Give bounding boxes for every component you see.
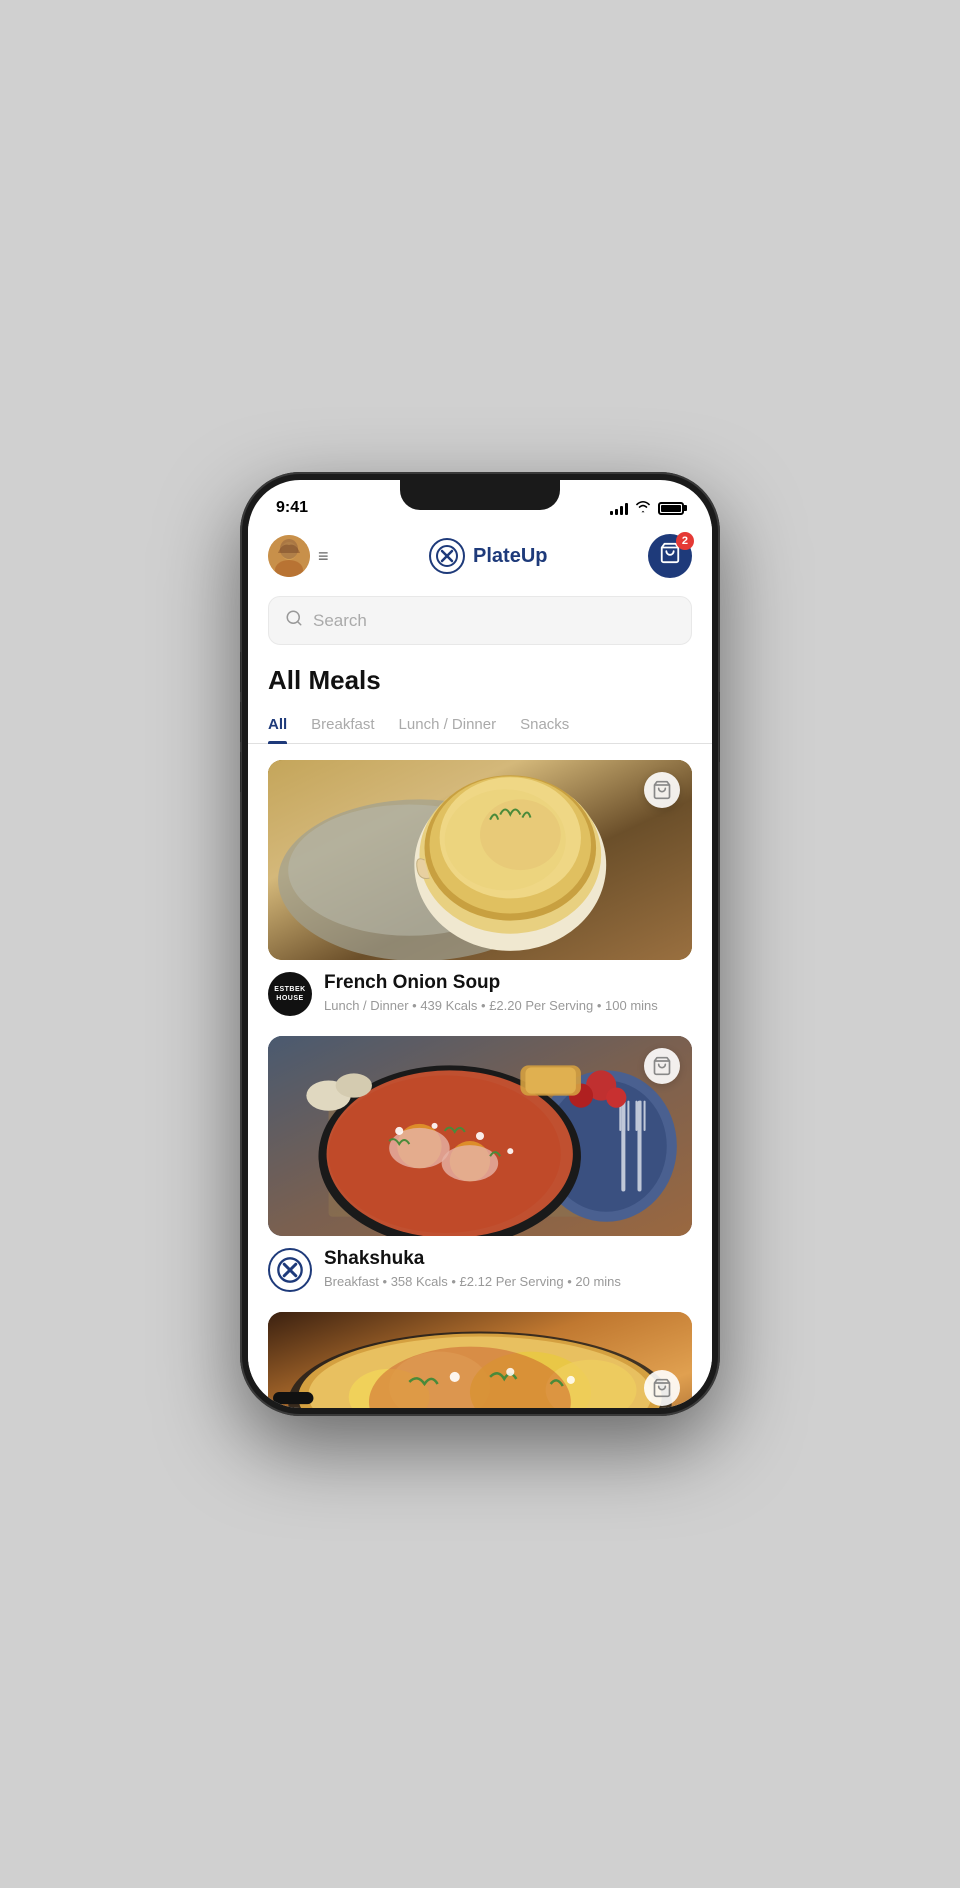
meal-details-shakshuka: Shakshuka Breakfast • 358 Kcals • £2.12 … <box>324 1248 692 1289</box>
status-time: 9:41 <box>276 499 308 517</box>
cart-badge: 2 <box>676 532 694 550</box>
meal-image-french-onion-soup <box>268 760 692 960</box>
meal-name-shakshuka: Shakshuka <box>324 1248 692 1270</box>
tabs-bar: All Breakfast Lunch / Dinner Snacks <box>248 708 712 744</box>
phone-frame: 9:41 <box>240 472 720 1416</box>
meal-card-shakshuka: Shakshuka Breakfast • 358 Kcals • £2.12 … <box>268 1036 692 1292</box>
meal-name-french-onion-soup: French Onion Soup <box>324 972 692 994</box>
power-button[interactable] <box>719 692 720 762</box>
logo-text: PlateUp <box>473 545 547 568</box>
header-left: ≡ <box>268 535 329 577</box>
meal-card-french-onion-soup: ESTBEKHOUSE French Onion Soup Lunch / Di… <box>268 760 692 1016</box>
cart-button[interactable]: 2 <box>648 534 692 578</box>
phone-screen: 9:41 <box>248 480 712 1408</box>
meal-info-shakshuka: Shakshuka Breakfast • 358 Kcals • £2.12 … <box>268 1236 692 1292</box>
search-placeholder: Search <box>313 611 675 631</box>
add-to-cart-partial-top[interactable] <box>644 1370 680 1406</box>
meal-image-partial <box>268 1312 692 1408</box>
meal-meta-french-onion-soup: Lunch / Dinner • 439 Kcals • £2.20 Per S… <box>324 998 692 1013</box>
header: ≡ PlateUp <box>248 524 712 588</box>
logo-icon <box>429 538 465 574</box>
battery-icon <box>658 502 684 515</box>
notch <box>400 480 560 510</box>
meal-info-french-onion-soup: ESTBEKHOUSE French Onion Soup Lunch / Di… <box>268 960 692 1016</box>
add-to-cart-shakshuka[interactable] <box>644 1048 680 1084</box>
search-container: Search <box>248 588 712 661</box>
meals-list: ESTBEKHOUSE French Onion Soup Lunch / Di… <box>248 744 712 1408</box>
search-box[interactable]: Search <box>268 596 692 645</box>
menu-icon[interactable]: ≡ <box>318 546 329 567</box>
tab-breakfast[interactable]: Breakfast <box>311 708 374 743</box>
meal-details-french-onion-soup: French Onion Soup Lunch / Dinner • 439 K… <box>324 972 692 1013</box>
app-content: ≡ PlateUp <box>248 524 712 1408</box>
add-to-cart-french-onion-soup[interactable] <box>644 772 680 808</box>
status-icons <box>610 500 684 517</box>
wifi-icon <box>634 500 652 517</box>
tab-snacks[interactable]: Snacks <box>520 708 569 743</box>
brand-logo-plateup <box>268 1248 312 1292</box>
volume-down-button[interactable] <box>240 702 241 742</box>
logo: PlateUp <box>429 538 547 574</box>
meal-image-shakshuka <box>268 1036 692 1236</box>
avatar[interactable] <box>268 535 310 577</box>
section-title: All Meals <box>248 661 712 708</box>
tab-all[interactable]: All <box>268 708 287 743</box>
signal-icon <box>610 501 628 515</box>
meal-card-partial <box>268 1312 692 1408</box>
volume-up-button[interactable] <box>240 652 241 692</box>
brand-logo-estbek: ESTBEKHOUSE <box>268 972 312 1016</box>
search-icon <box>285 609 303 632</box>
silent-switch[interactable] <box>240 752 241 792</box>
meal-meta-shakshuka: Breakfast • 358 Kcals • £2.12 Per Servin… <box>324 1274 692 1289</box>
tab-lunch-dinner[interactable]: Lunch / Dinner <box>399 708 497 743</box>
